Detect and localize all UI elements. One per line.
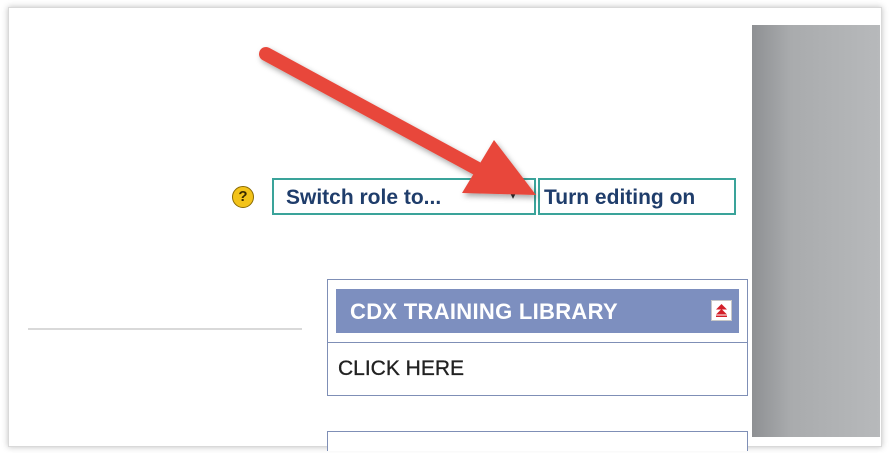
turn-editing-on-label: Turn editing on [544,186,696,209]
divider [28,328,302,330]
training-library-block: CDX TRAINING LIBRARY CLICK HERE [327,279,748,396]
chevron-down-icon: ▾ [510,188,517,202]
next-block [327,431,748,451]
collapse-up-icon[interactable] [711,300,732,321]
help-icon[interactable]: ? [232,186,254,208]
turn-editing-on-button[interactable]: Turn editing on [538,178,736,215]
switch-role-label: Switch role to... [286,186,442,209]
block-header: CDX TRAINING LIBRARY [336,289,739,333]
side-panel [752,25,880,437]
block-title: CDX TRAINING LIBRARY [350,299,618,324]
click-here-link[interactable]: CLICK HERE [338,357,464,381]
switch-role-dropdown[interactable]: Switch role to... ▾ [272,178,536,215]
block-separator [328,342,747,343]
